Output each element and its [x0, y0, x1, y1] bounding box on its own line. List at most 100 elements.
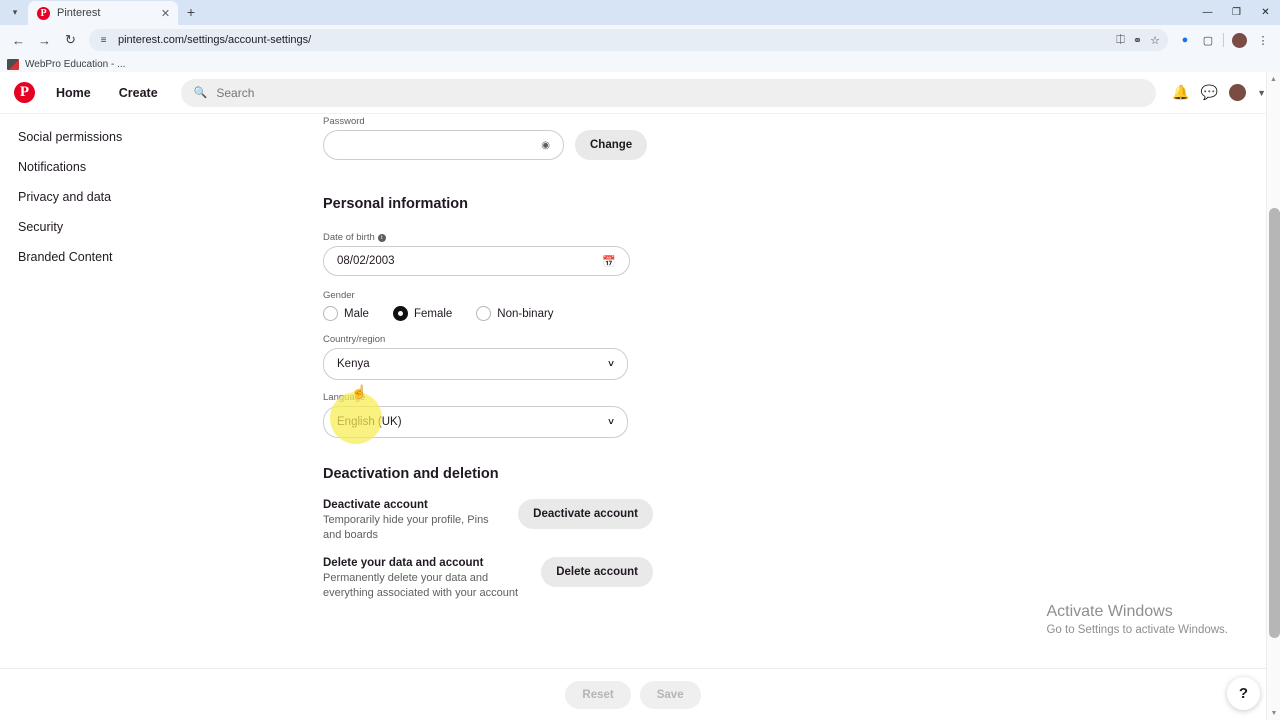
scroll-down-arrow-icon[interactable]: ▼: [1267, 706, 1280, 720]
calendar-icon[interactable]: 📅: [602, 255, 616, 268]
header-actions: 🔔 💬 ▼: [1172, 84, 1266, 101]
dob-input[interactable]: 08/02/2003 📅: [323, 246, 630, 276]
pinterest-favicon-icon: P: [37, 6, 50, 20]
bell-icon[interactable]: 🔔: [1172, 84, 1189, 101]
form-action-bar: Reset Save: [0, 668, 1266, 720]
dob-label-text: Date of birth: [323, 232, 375, 243]
windows-activation-watermark: Activate Windows Go to Settings to activ…: [1046, 602, 1228, 638]
screen-share-icon[interactable]: ⎅: [1116, 34, 1125, 47]
star-icon[interactable]: ☆: [1150, 34, 1160, 47]
avatar[interactable]: [1229, 84, 1247, 101]
gender-field-group: Gender Male Female Non-binary: [323, 290, 653, 321]
gender-options: Male Female Non-binary: [323, 306, 653, 321]
toolbar-divider: [1223, 33, 1224, 47]
search-placeholder: Search: [216, 85, 255, 100]
country-value: Kenya: [337, 358, 370, 370]
change-password-button[interactable]: Change: [575, 130, 648, 160]
sidebar-item-social-permissions[interactable]: Social permissions: [0, 122, 300, 152]
search-input[interactable]: 🔍 Search: [180, 78, 1157, 107]
language-select[interactable]: English (UK) ˅: [323, 406, 628, 438]
dob-label: Date of birth i: [323, 232, 653, 243]
search-icon: 🔍: [193, 87, 208, 99]
language-label: Language: [323, 392, 366, 403]
chat-icon[interactable]: 💬: [1201, 84, 1218, 101]
delete-account-description: Permanently delete your data and everyth…: [323, 572, 519, 599]
info-icon[interactable]: i: [377, 233, 386, 242]
eye-off-icon[interactable]: ⚭: [1133, 34, 1142, 47]
forward-icon[interactable]: →: [32, 28, 57, 53]
browser-menu-icon[interactable]: ⋮: [1252, 29, 1274, 51]
password-input[interactable]: ◉: [323, 130, 564, 160]
settings-sidebar: Social permissions Notifications Privacy…: [0, 114, 300, 272]
gender-option-nonbinary-label: Non-binary: [497, 307, 554, 320]
browser-tab[interactable]: P Pinterest ✕: [28, 1, 178, 25]
omnibox-actions: ⎅ ⚭ ☆: [1116, 34, 1160, 47]
chevron-down-icon[interactable]: ▼: [1257, 88, 1266, 98]
deactivate-account-title: Deactivate account: [323, 499, 428, 511]
help-button[interactable]: ?: [1227, 677, 1260, 710]
gender-option-female[interactable]: Female: [392, 306, 453, 321]
address-bar[interactable]: ≡ pinterest.com/settings/account-setting…: [89, 29, 1168, 51]
deactivate-account-button[interactable]: Deactivate account: [518, 499, 653, 529]
url-text: pinterest.com/settings/account-settings/: [118, 34, 312, 46]
scroll-up-arrow-icon[interactable]: ▲: [1267, 72, 1280, 86]
back-icon[interactable]: ←: [6, 28, 31, 53]
nav-create[interactable]: Create: [108, 79, 169, 107]
scrollbar-thumb[interactable]: [1269, 208, 1280, 638]
radio-nonbinary-icon[interactable]: [476, 306, 492, 321]
delete-account-row: Delete your data and account Permanently…: [323, 557, 653, 601]
nav-home[interactable]: Home: [45, 79, 102, 107]
country-select[interactable]: Kenya ˅: [323, 348, 628, 380]
password-row: ◉ Change: [323, 130, 653, 160]
profile-avatar[interactable]: [1232, 32, 1247, 48]
pinterest-logo-icon[interactable]: P: [14, 82, 35, 103]
password-field-group: Password ◉ Change: [323, 116, 653, 160]
gender-option-female-label: Female: [413, 307, 453, 320]
reload-icon[interactable]: ↻: [58, 28, 83, 53]
pinterest-header: P Home Create 🔍 Search 🔔 💬 ▼: [0, 72, 1280, 114]
chevron-down-icon[interactable]: ˅: [608, 417, 614, 428]
dob-field-group: Date of birth i 08/02/2003 📅: [323, 232, 653, 276]
sync-badge-icon[interactable]: ●: [1174, 29, 1196, 51]
sidebar-item-security[interactable]: Security: [0, 212, 300, 242]
extensions-icon[interactable]: ▢: [1197, 29, 1219, 51]
gender-option-male[interactable]: Male: [323, 306, 369, 321]
tab-title: Pinterest: [57, 7, 101, 19]
windows-watermark-title: Activate Windows: [1046, 603, 1173, 620]
chevron-down-icon[interactable]: ˅: [608, 359, 614, 370]
minimize-icon[interactable]: —: [1193, 0, 1222, 25]
tab-search-chevron-icon[interactable]: ▾: [2, 0, 28, 24]
save-button[interactable]: Save: [639, 680, 701, 709]
sidebar-item-branded-content[interactable]: Branded Content: [0, 242, 300, 272]
country-field-group: Country/region Kenya ˅: [323, 334, 653, 380]
sidebar-item-notifications[interactable]: Notifications: [0, 152, 300, 182]
gender-option-male-label: Male: [344, 307, 369, 320]
dob-value: 08/02/2003: [337, 255, 395, 267]
new-tab-button[interactable]: +: [178, 0, 204, 24]
bookmark-item-label[interactable]: WebPro Education - ...: [25, 59, 125, 70]
site-settings-icon[interactable]: ≡: [97, 34, 110, 47]
page-scrollbar[interactable]: ▲ ▼: [1266, 72, 1280, 720]
delete-account-title: Delete your data and account: [323, 557, 484, 569]
browser-toolbar: ← → ↻ ≡ pinterest.com/settings/account-s…: [0, 25, 1280, 55]
window-controls: — ❐ ✕: [1193, 0, 1280, 25]
reset-button[interactable]: Reset: [565, 680, 631, 709]
sidebar-item-privacy-and-data[interactable]: Privacy and data: [0, 182, 300, 212]
maximize-icon[interactable]: ❐: [1222, 0, 1251, 25]
delete-account-text: Delete your data and account Permanently…: [323, 557, 527, 601]
deactivation-heading: Deactivation and deletion: [323, 466, 499, 482]
windows-watermark-subtitle: Go to Settings to activate Windows.: [1046, 624, 1228, 636]
gender-option-nonbinary[interactable]: Non-binary: [476, 306, 554, 321]
deactivate-account-row: Deactivate account Temporarily hide your…: [323, 499, 653, 543]
delete-account-button[interactable]: Delete account: [541, 557, 653, 587]
radio-female-icon[interactable]: [392, 306, 408, 321]
language-value: English (UK): [337, 416, 402, 428]
close-icon[interactable]: ✕: [159, 7, 172, 20]
radio-male-icon[interactable]: [323, 306, 338, 321]
language-field-group: Language English (UK) ˅: [323, 392, 653, 438]
country-label: Country/region: [323, 334, 386, 345]
window-close-icon[interactable]: ✕: [1251, 0, 1280, 25]
tab-strip: ▾ P Pinterest ✕ + — ❐ ✕: [0, 0, 1280, 25]
browser-window: ▾ P Pinterest ✕ + — ❐ ✕ ← → ↻ ≡ pinteres…: [0, 0, 1280, 720]
eye-icon[interactable]: ◉: [541, 140, 550, 151]
